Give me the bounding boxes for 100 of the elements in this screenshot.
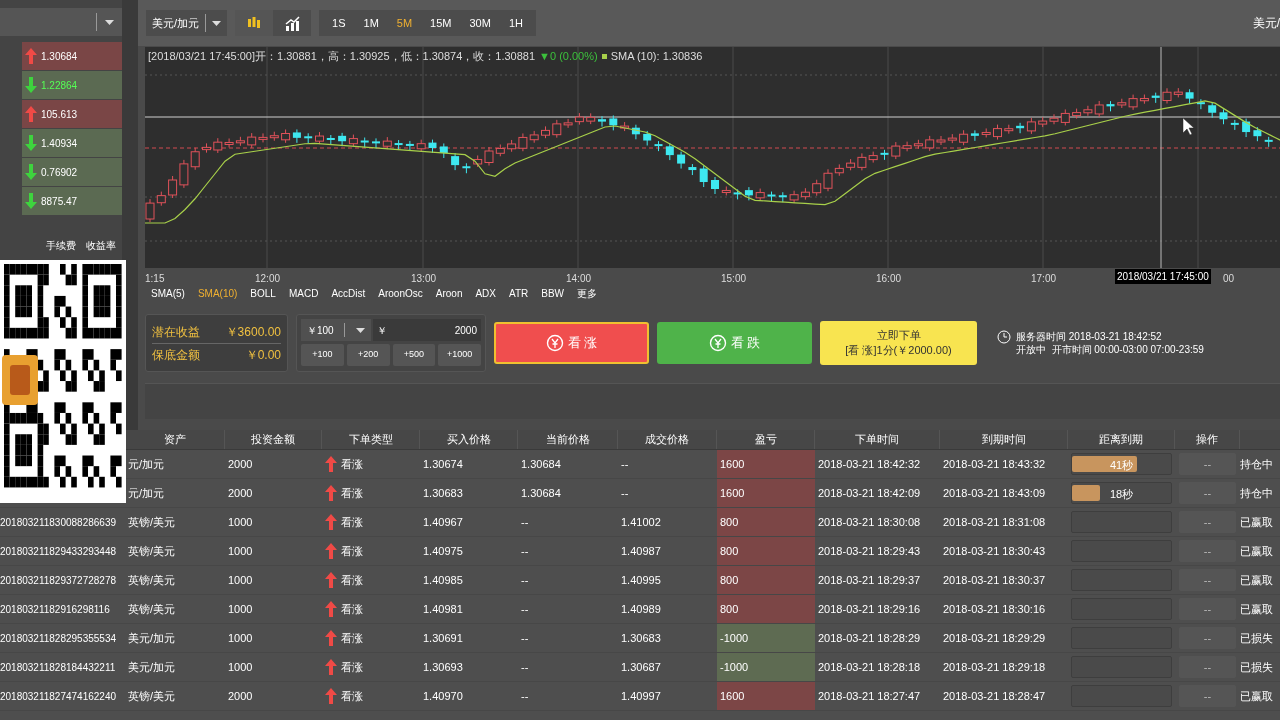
cursor-icon	[1182, 117, 1195, 136]
deal-price-cell-text: 1.40989	[620, 601, 662, 617]
deal-price-cell-text: --	[620, 485, 630, 501]
status-cell-text: 已赢取	[1240, 572, 1274, 588]
action-button[interactable]: --	[1179, 685, 1236, 707]
increment-button[interactable]: +1000	[438, 344, 481, 366]
order-id-cell-text: 201803211829433293448	[0, 544, 118, 559]
legend-marker-icon	[601, 53, 607, 59]
action-button[interactable]: --	[1179, 598, 1236, 620]
bar-chart-icon	[284, 15, 300, 31]
caret-icon	[212, 20, 222, 26]
column-header: 成交价格	[618, 430, 717, 449]
amount-cell-text: 1000	[227, 601, 254, 617]
amount-cell-text: 1000	[227, 659, 254, 675]
countdown-label: 41秒	[1110, 458, 1134, 473]
column-header: 下单时间	[815, 430, 940, 449]
status-cell-text: 已赢取	[1240, 514, 1274, 530]
quote-row[interactable]: 105.613	[22, 100, 122, 129]
quote-row[interactable]: 1.30684	[22, 42, 122, 71]
indicator-tab[interactable]: 更多	[577, 285, 598, 301]
order-type-cell-text: 看涨	[341, 572, 363, 588]
indicator-tab[interactable]: MACD	[288, 285, 319, 301]
profit-loss-cell: 800	[717, 595, 815, 623]
pair-label: 美元/	[1252, 15, 1280, 32]
action-button[interactable]: --	[1179, 453, 1236, 475]
indicator-tab[interactable]: BOLL	[250, 285, 276, 301]
quote-price: 0.76902	[41, 165, 78, 180]
chart-type-button[interactable]	[235, 10, 274, 36]
candles-icon	[247, 16, 262, 30]
indicator-tab[interactable]: SMA(10)	[197, 285, 238, 301]
buy-price-cell-text: 1.30674	[422, 456, 464, 472]
increment-button[interactable]: +100	[301, 344, 344, 366]
timeframe-tab[interactable]: 30M	[460, 10, 500, 36]
profit-loss-cell: 800	[717, 566, 815, 594]
status-cell-text: 已损失	[1240, 659, 1274, 675]
buy-price-cell-text: 1.30693	[422, 659, 464, 675]
timeframe-tab[interactable]: 15M	[421, 10, 461, 36]
current-price-cell-text: --	[520, 543, 530, 559]
caret-icon	[356, 327, 365, 333]
amount-field[interactable]: ￥ 2000	[373, 319, 481, 341]
expiry-time-cell-text: 2018-03-21 18:43:09	[942, 485, 1047, 501]
coin-icon	[708, 334, 727, 352]
timeframe-tab[interactable]: 1H	[499, 10, 532, 36]
indicator-tab[interactable]: Aroon	[435, 285, 463, 301]
action-button[interactable]: --	[1179, 627, 1236, 649]
increment-button[interactable]: +200	[346, 344, 390, 366]
deal-price-cell-text: 1.40995	[620, 572, 662, 588]
indicator-tab[interactable]: ADX	[475, 285, 496, 301]
deal-price-cell-text: --	[620, 456, 630, 472]
quote-row[interactable]: 8875.47	[22, 187, 122, 216]
asset-cell-text: 英镑/美元	[127, 688, 177, 704]
quote-row[interactable]: 0.76902	[22, 158, 122, 187]
timeframe-tab[interactable]: 5M	[387, 10, 422, 36]
timeframe-tab[interactable]: 1S	[323, 10, 355, 36]
order-id-cell-text: 20180321182916298116	[0, 602, 111, 617]
status-cell-text: 持仓中	[1240, 485, 1274, 501]
quote-row[interactable]: 1.22864	[22, 71, 122, 100]
indicator-tab[interactable]: ATR	[509, 285, 529, 301]
clock-icon	[997, 330, 1011, 344]
indicator-tab[interactable]: BBW	[541, 285, 565, 301]
expiry-time-cell-text: 2018-03-21 18:30:37	[942, 572, 1047, 588]
place-order-button[interactable]: 立即下单 [看 涨]1分(￥2000.00)	[820, 321, 977, 365]
amount-cell-text: 2000	[227, 688, 254, 704]
quote-price: 1.22864	[41, 78, 78, 93]
amount-cell-text: 1000	[227, 543, 254, 559]
amount-cell-text: 2000	[227, 456, 254, 472]
status-cell-text: 已赢取	[1240, 601, 1274, 617]
deal-price-cell-text: 1.41002	[620, 514, 662, 530]
action-button[interactable]: --	[1179, 656, 1236, 678]
timeframe-tab[interactable]: 1M	[354, 10, 388, 36]
preset-dropdown[interactable]: ￥100	[301, 319, 371, 341]
buy-price-cell-text: 1.40975	[422, 543, 464, 559]
quote-row[interactable]: 1.40934	[22, 129, 122, 158]
indicator-tab[interactable]: AroonOsc	[378, 285, 423, 301]
time-axis-label: 14:00	[566, 272, 592, 286]
action-button[interactable]: --	[1179, 569, 1236, 591]
crosshair-time-label: 2018/03/21 17:45:00	[1115, 269, 1211, 284]
order-id-cell-text: 201803211830088286639	[0, 515, 118, 530]
status-cell-text: 已赢取	[1240, 543, 1274, 559]
order-id-cell-text: 201803211828184432211	[0, 660, 117, 675]
profit-loss-cell: 1600	[717, 479, 815, 507]
call-button[interactable]: 看 涨	[494, 322, 649, 364]
asset-cell-text: 元/加元	[127, 485, 166, 501]
column-header: 投资金额	[225, 430, 322, 449]
column-header: 买入价格	[420, 430, 518, 449]
action-button[interactable]: --	[1179, 540, 1236, 562]
indicator-tab[interactable]: AccDist	[331, 285, 366, 301]
increment-button[interactable]: +500	[392, 344, 436, 366]
summary-value: ￥3600.00	[225, 323, 281, 341]
current-price-cell-text: 1.30684	[520, 485, 562, 501]
profit-loss-cell: 1600	[717, 450, 815, 478]
indicator-tab[interactable]: SMA(5)	[151, 285, 185, 301]
sma-readout: SMA (10): 1.30836	[610, 49, 703, 64]
order-type-cell-text: 看涨	[341, 456, 363, 472]
pair-dropdown[interactable]: 美元/加元	[146, 10, 228, 36]
action-button[interactable]: --	[1179, 482, 1236, 504]
buy-price-cell-text: 1.40981	[422, 601, 464, 617]
column-header: 操作	[1175, 430, 1240, 449]
action-button[interactable]: --	[1179, 511, 1236, 533]
column-header: 盈亏	[717, 430, 815, 449]
